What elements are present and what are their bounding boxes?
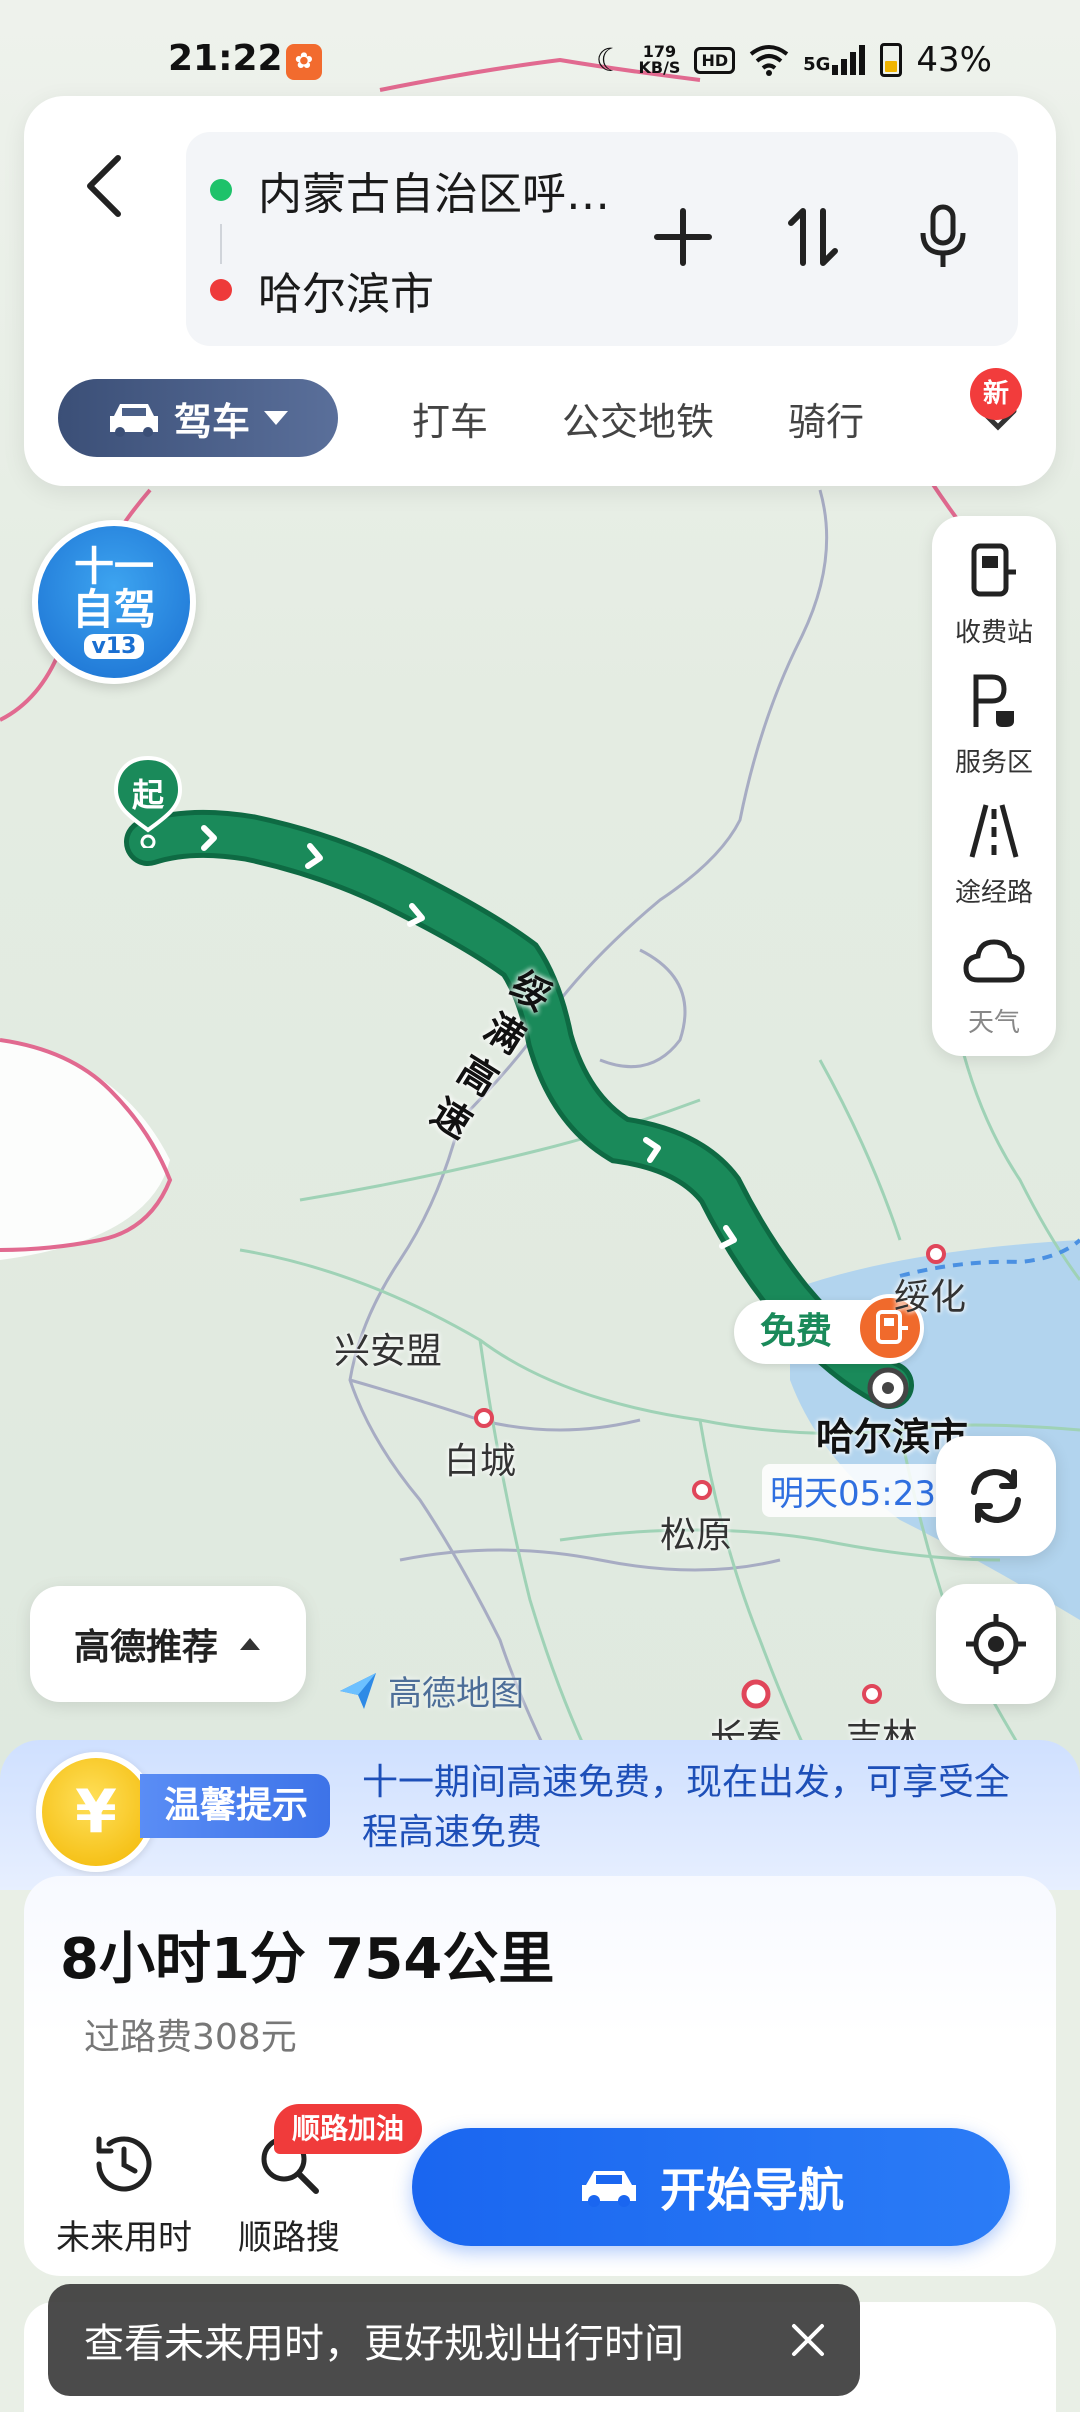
future-time-label: 未来用时 [56, 2218, 192, 2258]
caret-down-icon [264, 411, 288, 425]
origin-field[interactable]: 内蒙古自治区呼… [210, 150, 610, 230]
location-target-icon [966, 1614, 1026, 1674]
holiday-promo-badge[interactable]: 十一 自驾 v13 [32, 520, 196, 684]
tab-taxi[interactable]: 打车 [412, 391, 488, 446]
amap-logo-icon [340, 1672, 376, 1709]
place-label: 绥化 [894, 1277, 967, 1318]
hint-toast-text: 查看未来用时，更好规划出行时间 [84, 2321, 684, 2367]
signal-type: 5G [803, 54, 831, 75]
start-navigation-button[interactable]: 开始导航 [412, 2128, 1010, 2246]
plus-icon [654, 208, 712, 266]
travel-mode-tabs: 驾车 打车 公交地铁 骑行 新 [58, 368, 1048, 458]
route-preference-dropdown[interactable]: 高德推荐 [30, 1586, 306, 1702]
net-speed-unit: KB/S [638, 58, 681, 77]
status-icons: ☾ 179 KB/S HD 5G 43% [596, 40, 992, 80]
service-area-label: 服务区 [954, 748, 1033, 778]
chevron-left-icon [87, 155, 121, 217]
place-label: 白城 [444, 1441, 517, 1482]
place-label: 松原 [660, 1515, 733, 1556]
destination-field[interactable]: 哈尔滨市 [210, 250, 434, 330]
promo-line-1: 十一 [74, 544, 154, 590]
eta-label: 明天05:23 [762, 1464, 944, 1517]
route-duration-distance: 8小时1分 754公里 [60, 1927, 555, 1992]
service-area-icon [973, 674, 1014, 727]
battery-icon [880, 43, 903, 77]
route-actions [648, 192, 978, 282]
status-time: 21:22 [168, 38, 283, 79]
route-input-box: 内蒙古自治区呼… 哈尔滨市 [186, 132, 1018, 346]
weather-button[interactable]: 天气 [932, 926, 1056, 1056]
service-area-button[interactable]: 服务区 [932, 666, 1056, 796]
start-marker-label: 起 [131, 776, 164, 814]
caret-up-icon [240, 1638, 260, 1650]
start-navigation-label: 开始导航 [660, 2163, 844, 2217]
back-button[interactable] [64, 146, 144, 226]
close-toast-button[interactable] [780, 2312, 836, 2368]
route-preference-label: 高德推荐 [73, 1627, 218, 1668]
map-logo-text: 高德地图 [388, 1674, 524, 1714]
microphone-icon [920, 204, 966, 267]
place-label: 兴安盟 [334, 1331, 443, 1372]
signal-icon: 5G [803, 45, 866, 75]
origin-text: 内蒙古自治区呼… [258, 169, 610, 220]
toll-station-icon [971, 543, 1016, 597]
weather-icon [963, 939, 1025, 983]
map-tools-panel: 收费站 服务区 途经路 天气 [932, 516, 1056, 1056]
swap-icon [788, 208, 838, 266]
tab-drive[interactable]: 驾车 [58, 379, 338, 457]
future-time-button[interactable]: 未来用时 [56, 2124, 192, 2259]
new-badge: 新 [970, 368, 1022, 420]
via-road-label: 途经路 [954, 878, 1033, 908]
app-notification-icon: ✿ [286, 44, 322, 80]
hint-toast: 查看未来用时，更好规划出行时间 [48, 2284, 860, 2396]
locate-me-button[interactable] [936, 1584, 1056, 1704]
toll-station-label: 收费站 [954, 618, 1033, 648]
via-road-button[interactable]: 途经路 [932, 796, 1056, 926]
wifi-icon [749, 45, 789, 76]
refresh-route-button[interactable] [936, 1436, 1056, 1556]
promo-line-3: v13 [83, 634, 145, 659]
tab-cycling[interactable]: 骑行 [788, 391, 864, 446]
car-icon [109, 404, 158, 437]
along-fuel-badge: 顺路加油 [274, 2104, 423, 2154]
coin-icon: ¥ [36, 1752, 156, 1872]
start-marker[interactable]: 起 [112, 755, 184, 850]
map-logo: 高德地图 [336, 1666, 524, 1715]
tab-drive-label: 驾车 [173, 399, 250, 444]
via-road-icon [969, 804, 1019, 858]
destination-text: 哈尔滨市 [258, 269, 434, 320]
hd-icon: HD [694, 46, 736, 74]
more-modes-button[interactable]: 新 [968, 368, 1028, 450]
origin-dot-icon [210, 179, 232, 201]
car-icon [582, 2171, 636, 2207]
route-search-card: 内蒙古自治区呼… 哈尔滨市 驾车 打车 公交地铁 骑行 新 [24, 96, 1056, 486]
status-bar: 21:22 ✿ ☾ 179 KB/S HD 5G 43% [0, 0, 1080, 96]
toll-fee-text: 过路费308元 [84, 2017, 297, 2058]
tip-text: 十一期间高速免费，现在出发，可享受全程高速免费 [362, 1762, 1011, 1853]
tip-label: 温馨提示 [140, 1774, 331, 1838]
promo-line-2: 自驾 [71, 585, 156, 634]
along-route-search-label: 顺路搜 [238, 2218, 340, 2258]
net-speed: 179 KB/S [638, 44, 680, 76]
voice-input-button[interactable] [908, 192, 978, 282]
swap-route-button[interactable] [778, 192, 848, 282]
weather-label: 天气 [967, 1008, 1020, 1038]
destination-dot-icon [210, 279, 232, 301]
refresh-icon [971, 1468, 1021, 1524]
add-waypoint-button[interactable] [648, 192, 718, 282]
moon-icon: ☾ [595, 41, 625, 79]
close-icon [792, 2324, 824, 2356]
battery-percent: 43% [916, 40, 992, 80]
tab-transit[interactable]: 公交地铁 [562, 391, 714, 446]
clock-icon [96, 2136, 152, 2192]
toll-station-button[interactable]: 收费站 [932, 536, 1056, 666]
